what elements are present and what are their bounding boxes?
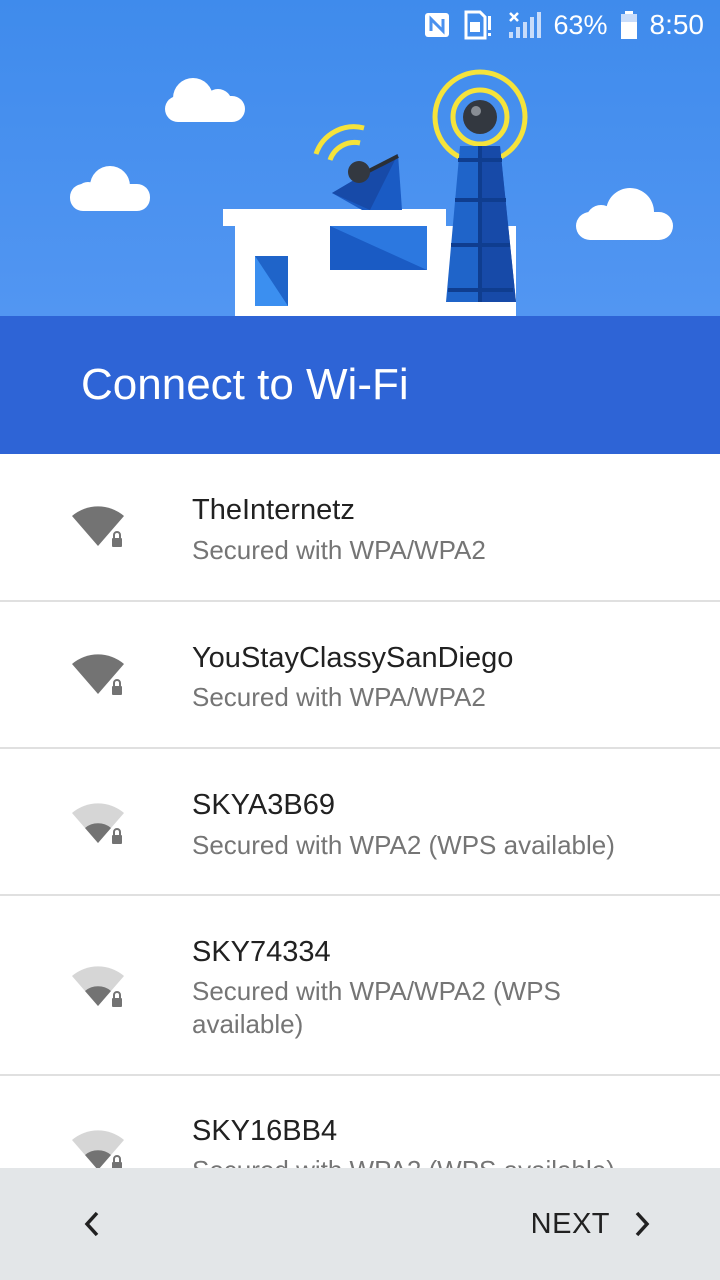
wifi-lock-icon	[70, 652, 128, 703]
title-band: Connect to Wi-Fi	[0, 316, 720, 454]
battery-percent: 63%	[553, 9, 608, 40]
network-item[interactable]: YouStayClassySanDiego Secured with WPA/W…	[0, 602, 720, 749]
wifi-lock-icon	[70, 964, 128, 1015]
sim-alert-icon	[463, 10, 495, 40]
battery-icon	[620, 10, 638, 40]
network-security: Secured with WPA2 (WPS available)	[192, 830, 615, 860]
nfc-icon	[423, 11, 451, 39]
page-title: Connect to Wi-Fi	[81, 360, 409, 409]
back-button[interactable]	[72, 1204, 112, 1244]
chevron-right-icon	[635, 1211, 650, 1237]
signal-off-icon	[507, 10, 542, 40]
wifi-lock-icon	[70, 801, 128, 852]
network-ssid: SKY16BB4	[192, 1115, 338, 1147]
network-item[interactable]: SKY74334 Secured with WPA/WPA2 (WPS avai…	[0, 896, 720, 1076]
network-item[interactable]: SKYA3B69 Secured with WPA2 (WPS availabl…	[0, 749, 720, 896]
wifi-network-list[interactable]: TheInternetz Secured with WPA/WPA2 YouSt…	[0, 454, 720, 1168]
cloud-icon	[165, 78, 245, 122]
network-ssid: SKY74334	[192, 936, 331, 968]
satellite-dish-icon	[313, 124, 402, 210]
next-button-label: NEXT	[530, 1207, 610, 1240]
network-security: Secured with WPA/WPA2	[192, 682, 486, 712]
network-item[interactable]: SKY16BB4 Secured with WPA2 (WPS availabl…	[0, 1076, 720, 1168]
status-bar: 63% 8:50	[0, 0, 720, 50]
network-security: Secured with WPA/WPA2 (WPS available)	[192, 976, 561, 1039]
network-security: Secured with WPA2 (WPS available)	[192, 1154, 662, 1168]
chevron-left-icon	[84, 1211, 99, 1237]
network-item[interactable]: TheInternetz Secured with WPA/WPA2	[0, 454, 720, 602]
clock: 8:50	[649, 9, 705, 40]
hero-illustration: 63% 8:50	[0, 0, 720, 316]
bottom-navigation-bar: NEXT	[0, 1168, 720, 1280]
wifi-lock-icon	[70, 1128, 128, 1168]
network-ssid: TheInternetz	[192, 494, 355, 526]
wifi-lock-icon	[70, 504, 128, 555]
network-ssid: YouStayClassySanDiego	[192, 642, 514, 674]
network-security: Secured with WPA/WPA2	[192, 535, 486, 565]
next-button[interactable]: NEXT	[531, 1202, 652, 1246]
cloud-icon	[70, 166, 150, 211]
cloud-icon	[576, 188, 673, 240]
network-ssid: SKYA3B69	[192, 789, 335, 821]
